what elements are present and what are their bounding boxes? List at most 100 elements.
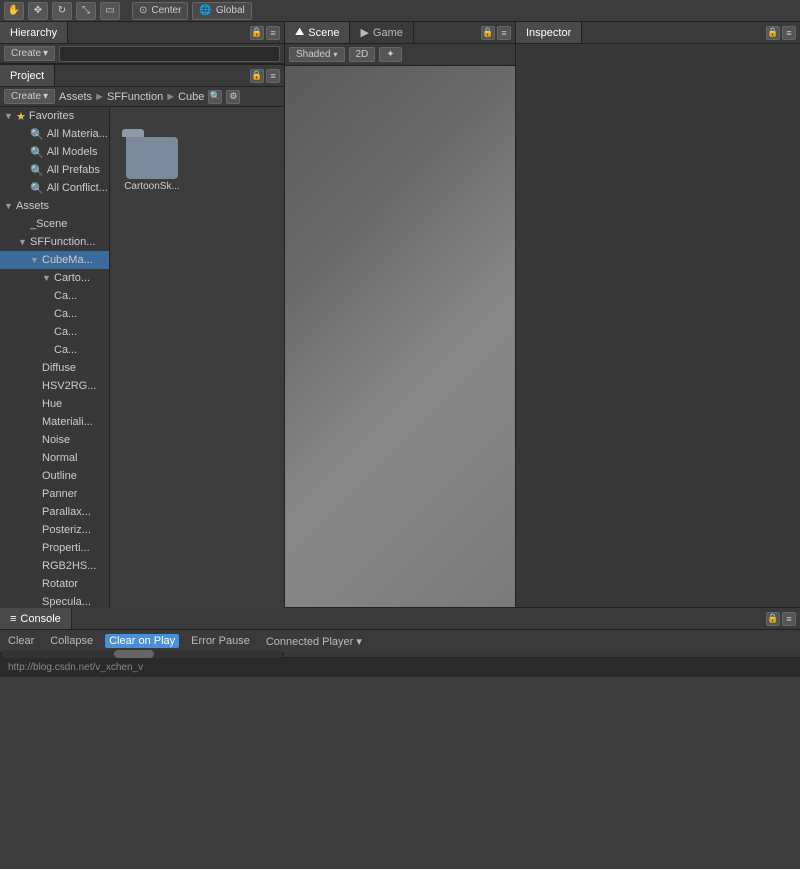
tree-item-hsv2rg[interactable]: HSV2RG... (0, 377, 109, 395)
folder-cartoonsk[interactable]: CartoonSk... (118, 115, 186, 196)
project-lock-btn[interactable]: 🔒 (250, 69, 264, 83)
global-button[interactable]: 🌐 Global (192, 2, 251, 20)
tree-item-outline[interactable]: Outline (0, 467, 109, 485)
breadcrumb-cube[interactable]: Cube (178, 91, 204, 103)
console-clear-on-play-button[interactable]: Clear on Play (105, 634, 179, 648)
tab-project[interactable]: Project (0, 65, 55, 86)
hierarchy-lock-btn[interactable]: 🔒 (250, 26, 264, 40)
tree-item-favorites[interactable]: ▼ ★ Favorites (0, 107, 109, 125)
console-connected-player-button[interactable]: Connected Player ▾ (262, 634, 366, 649)
create-label: Create (11, 48, 41, 59)
project-tab-label: Project (10, 70, 44, 82)
tree-item-ca2[interactable]: Ca... (0, 305, 109, 323)
project-settings-btn[interactable]: ⚙ (226, 90, 240, 104)
inspector-lock-btn[interactable]: 🔒 (766, 26, 780, 40)
inspector-menu-btn[interactable]: ≡ (782, 26, 796, 40)
console-lock-btn[interactable]: 🔒 (766, 612, 780, 626)
scene-menu-btn[interactable]: ≡ (497, 26, 511, 40)
center-button[interactable]: ⊙ Center (132, 2, 188, 20)
assets-arrow-icon: ▼ (4, 201, 16, 211)
tree-item-hue[interactable]: Hue (0, 395, 109, 413)
project-search-btn[interactable]: 🔍 (208, 90, 222, 104)
console-collapse-button[interactable]: Collapse (46, 634, 97, 648)
tab-inspector[interactable]: Inspector (516, 22, 582, 43)
scale-tool-icon[interactable]: ⤡ (76, 2, 96, 20)
tree-item-ca3[interactable]: Ca... (0, 323, 109, 341)
move-tool-icon[interactable]: ✥ (28, 2, 48, 20)
create-arrow-icon: ▾ (43, 48, 48, 59)
console-icon: ≡ (10, 613, 16, 625)
ca4-label: Ca... (54, 344, 77, 356)
tree-item-rotator[interactable]: Rotator (0, 575, 109, 593)
outline-label: Outline (42, 470, 77, 482)
gizmos-icon: ✦ (386, 49, 394, 60)
folder-body (126, 137, 178, 179)
tree-item-assets[interactable]: ▼ Assets (0, 197, 109, 215)
folder-icon (122, 119, 182, 179)
all-conflicts-icon: 🔍 (30, 182, 44, 195)
favorites-label: Favorites (29, 110, 74, 122)
tab-scene[interactable]: ⛰ Scene (285, 22, 350, 43)
carto-arrow-icon: ▼ (42, 273, 54, 283)
inspector-tab-bar: Inspector 🔒 ≡ (516, 22, 800, 44)
project-content: ▼ ★ Favorites 🔍 All Materia... 🔍 All Mod… (0, 107, 284, 647)
tree-item-ca1[interactable]: Ca... (0, 287, 109, 305)
hand-tool-icon[interactable]: ✋ (4, 2, 24, 20)
normal-label: Normal (42, 452, 77, 464)
project-tree: ▼ ★ Favorites 🔍 All Materia... 🔍 All Mod… (0, 107, 110, 647)
rotate-tool-icon[interactable]: ↻ (52, 2, 72, 20)
hue-label: Hue (42, 398, 62, 410)
tree-item-all-materials[interactable]: 🔍 All Materia... (0, 125, 109, 143)
posteriz-label: Posteriz... (42, 524, 91, 536)
breadcrumb-sffunction[interactable]: SFFunction (107, 91, 163, 103)
console-tab-extra: 🔒 ≡ (762, 608, 800, 629)
project-files: CartoonSk... (110, 107, 284, 647)
all-models-label: All Models (47, 146, 98, 158)
gizmos-button[interactable]: ✦ (379, 47, 401, 62)
tree-item-scene[interactable]: _Scene (0, 215, 109, 233)
console-error-pause-button[interactable]: Error Pause (187, 634, 254, 648)
tree-item-all-conflicts[interactable]: 🔍 All Conflict... (0, 179, 109, 197)
tree-item-properti[interactable]: Properti... (0, 539, 109, 557)
project-tab-bar: Project 🔒 ≡ (0, 65, 284, 87)
tree-item-materiali[interactable]: Materiali... (0, 413, 109, 431)
view-2d-button[interactable]: 2D (349, 47, 376, 62)
sffunction-arrow-icon: ▼ (18, 237, 30, 247)
tree-item-all-models[interactable]: 🔍 All Models (0, 143, 109, 161)
console-clear-button[interactable]: Clear (4, 634, 38, 648)
tree-item-sffunction[interactable]: ▼ SFFunction... (0, 233, 109, 251)
tree-item-normal[interactable]: Normal (0, 449, 109, 467)
project-create-button[interactable]: Create ▾ (4, 89, 55, 104)
tab-hierarchy[interactable]: Hierarchy (0, 22, 68, 43)
tree-item-rgb2hs[interactable]: RGB2HS... (0, 557, 109, 575)
tree-item-ca4[interactable]: Ca... (0, 341, 109, 359)
project-create-label: Create (11, 91, 41, 102)
shaded-label: Shaded (296, 49, 330, 60)
hierarchy-search-input[interactable] (59, 46, 280, 62)
console-menu-btn[interactable]: ≡ (782, 612, 796, 626)
tree-item-noise[interactable]: Noise (0, 431, 109, 449)
panner-label: Panner (42, 488, 77, 500)
tree-item-diffuse[interactable]: Diffuse (0, 359, 109, 377)
scene-lock-btn[interactable]: 🔒 (481, 26, 495, 40)
tab-console[interactable]: ≡ Console (0, 608, 72, 629)
breadcrumb-assets[interactable]: Assets (59, 91, 92, 103)
hierarchy-tab-extra: 🔒 ≡ (246, 22, 284, 43)
folder-tab (122, 129, 144, 137)
tree-item-panner[interactable]: Panner (0, 485, 109, 503)
hierarchy-create-button[interactable]: Create ▾ (4, 46, 55, 61)
tree-item-carto[interactable]: ▼ Carto... (0, 269, 109, 287)
tree-item-all-prefabs[interactable]: 🔍 All Prefabs (0, 161, 109, 179)
tab-game[interactable]: ▶ Game (350, 22, 413, 43)
shaded-dropdown[interactable]: Shaded ▾ (289, 47, 345, 62)
rect-tool-icon[interactable]: ▭ (100, 2, 120, 20)
tree-item-parallax[interactable]: Parallax... (0, 503, 109, 521)
all-materials-star-icon: 🔍 (30, 128, 44, 141)
tree-item-posteriz[interactable]: Posteriz... (0, 521, 109, 539)
console-toolbar: Clear Collapse Clear on Play Error Pause… (0, 630, 800, 652)
hierarchy-menu-btn[interactable]: ≡ (266, 26, 280, 40)
project-menu-btn[interactable]: ≡ (266, 69, 280, 83)
all-prefabs-label: All Prefabs (47, 164, 100, 176)
tree-item-cubema[interactable]: ▼ CubeMa... (0, 251, 109, 269)
scene-view[interactable] (285, 66, 515, 607)
